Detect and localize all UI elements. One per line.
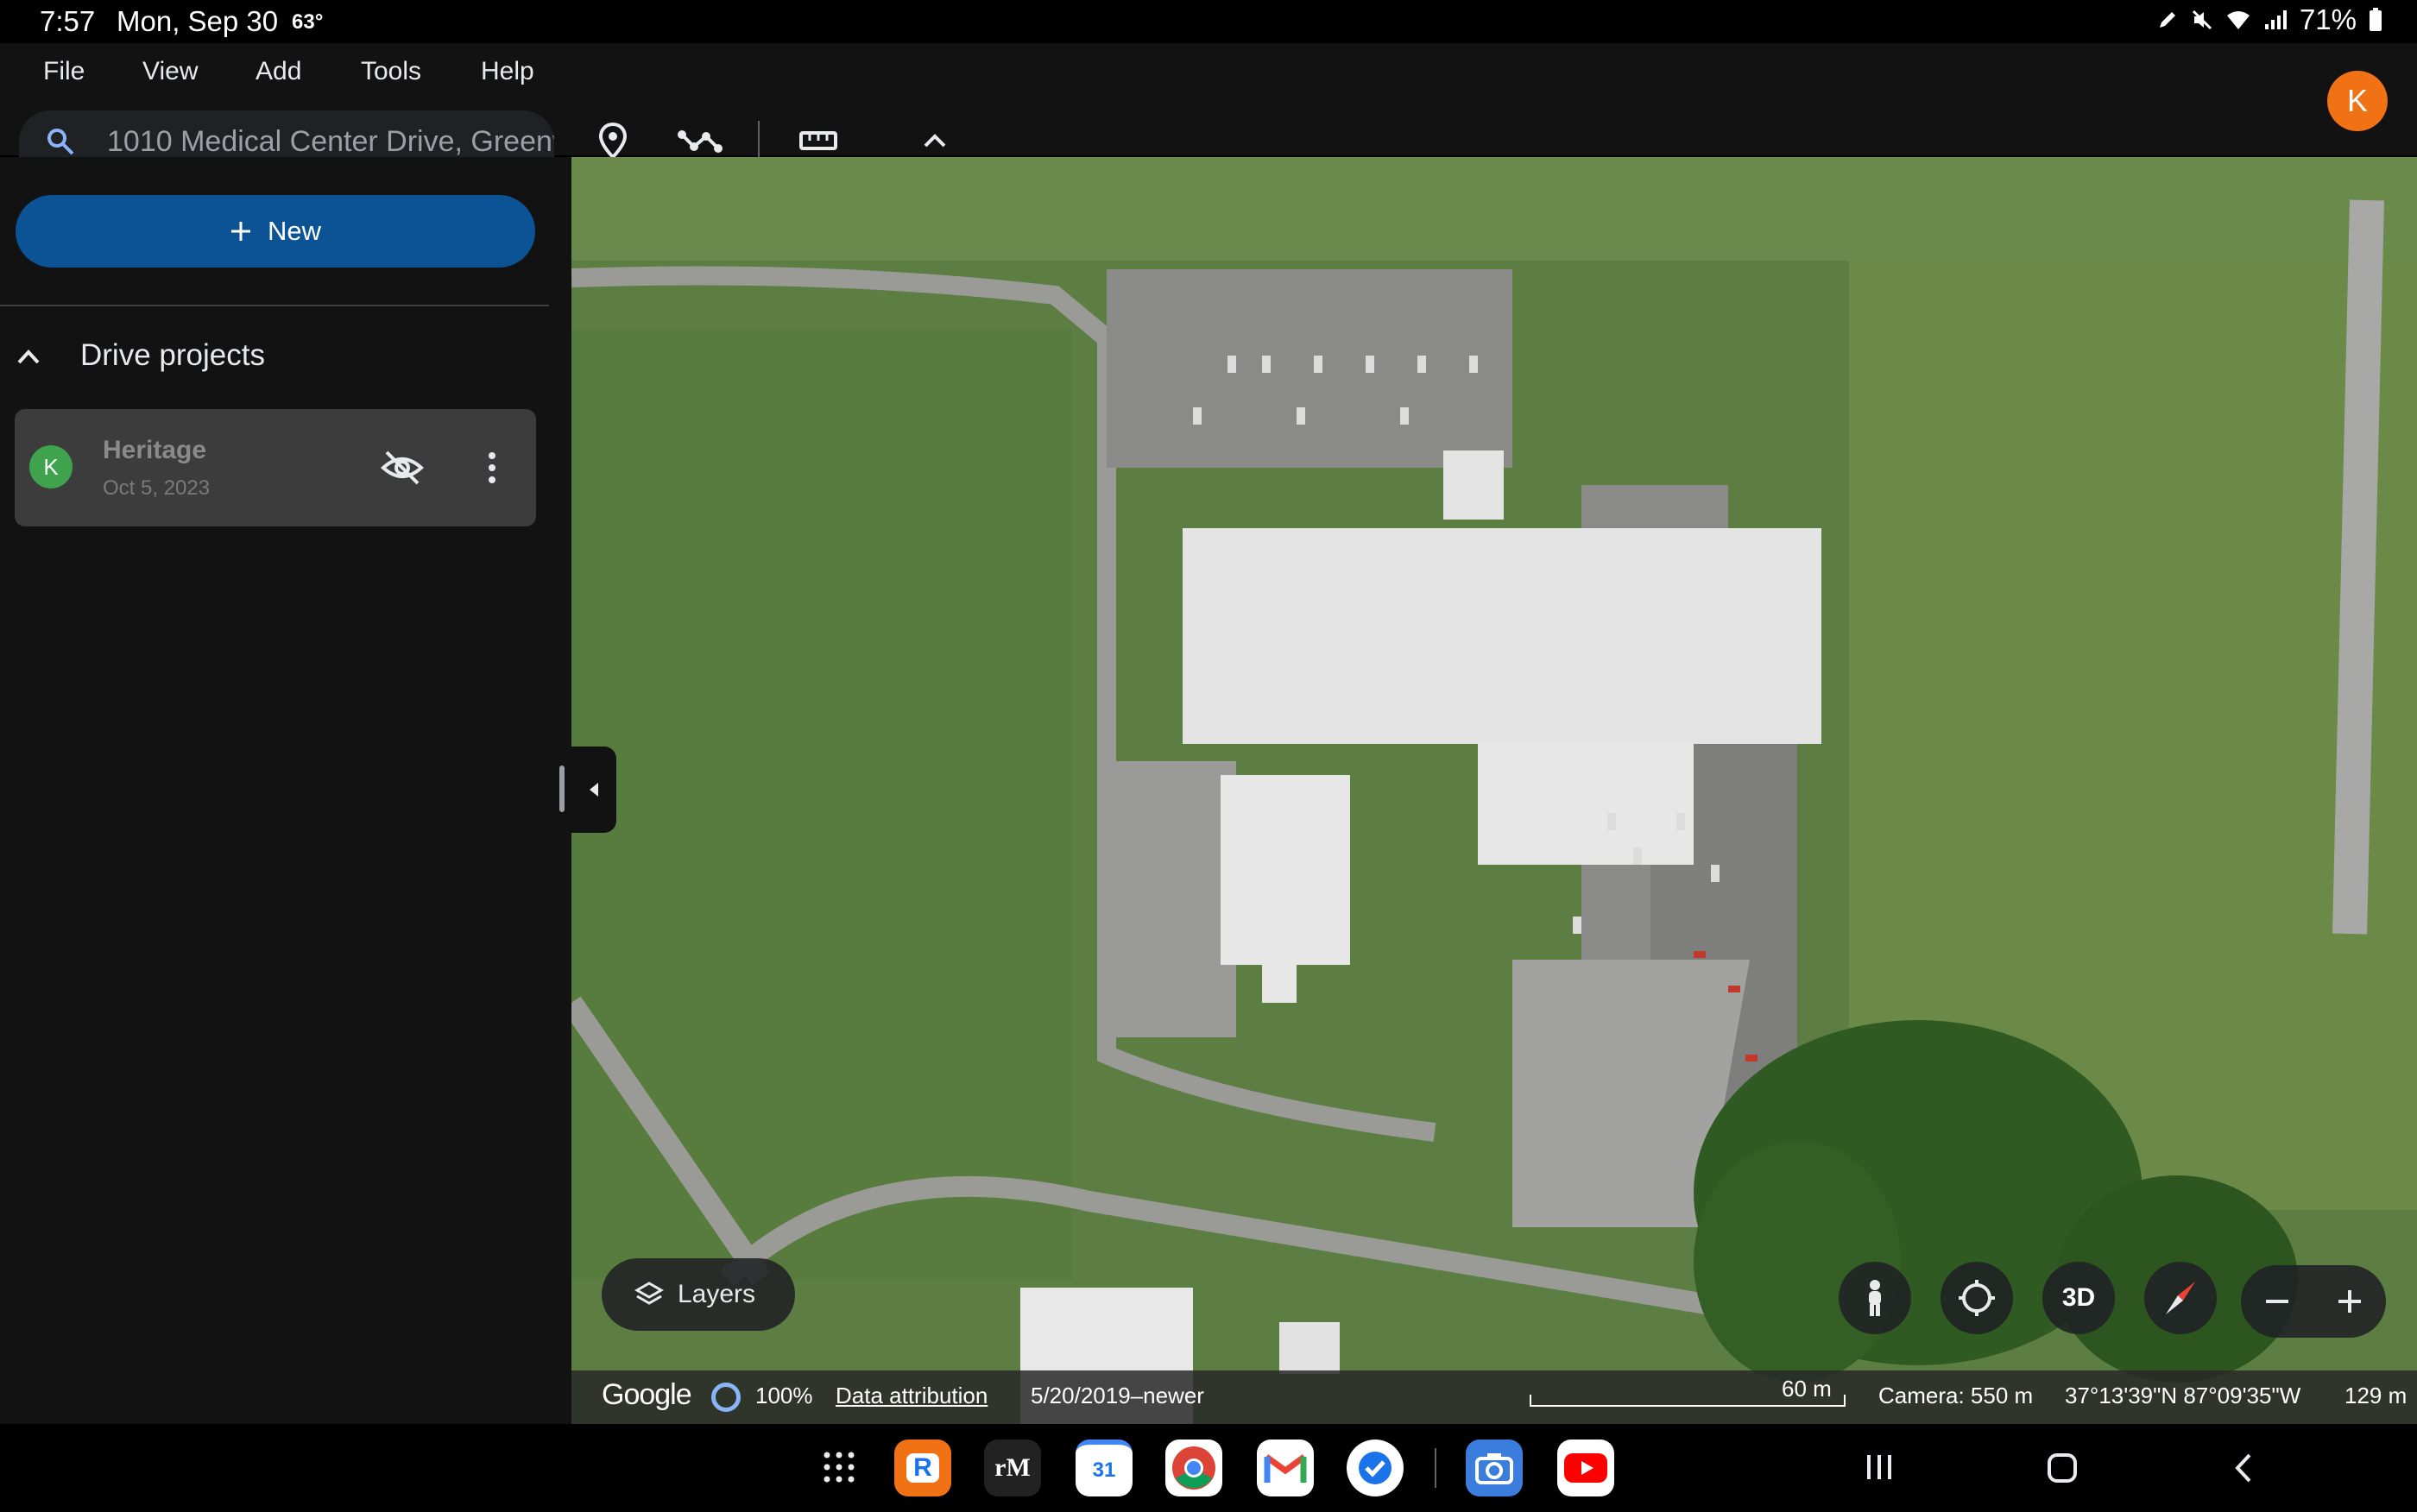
remarkable-app-icon[interactable]: rM [984,1440,1041,1496]
home-button[interactable] [2046,1452,2079,1484]
layers-button[interactable]: Layers [602,1258,795,1331]
placemark-icon [598,123,628,159]
camera-app-icon[interactable] [1466,1440,1523,1496]
project-avatar: K [29,445,73,488]
gmail-app-icon[interactable] [1257,1440,1314,1496]
crosshair-icon [1959,1280,1995,1316]
new-button-label: New [267,216,321,246]
visibility-off-icon[interactable] [380,445,425,490]
chrome-app-icon[interactable] [1165,1440,1222,1496]
collapse-toolbar-button[interactable] [909,119,961,162]
coordinates: 37°13'39"N 87°09'35"W [2065,1383,2301,1408]
project-date: Oct 5, 2023 [103,476,211,500]
menu-view[interactable]: View [142,57,198,86]
battery-icon [2370,8,2382,31]
opacity-icon[interactable] [711,1383,741,1412]
youtube-app-icon[interactable] [1557,1440,1614,1496]
measure-button[interactable] [792,119,844,162]
reference-app-icon[interactable]: R [894,1440,951,1496]
mute-icon [2192,9,2212,30]
layers-label: Layers [678,1280,756,1308]
ruler-icon [799,131,837,150]
zoom-in-button[interactable] [2313,1265,2386,1338]
status-icons: 71% [2156,3,2382,36]
map-info-bar: 100% Data attribution 5/20/2019–newer 60… [571,1370,2417,1424]
add-placemark-button[interactable] [587,119,639,162]
chevron-left-icon [590,783,598,797]
zoom-out-button[interactable] [2241,1265,2313,1338]
elevation: 129 m [2344,1383,2408,1408]
sidebar-divider [0,305,549,306]
toggle-3d-button[interactable]: 3D [2042,1262,2115,1334]
project-card[interactable] [15,409,536,526]
dock-divider [1435,1448,1436,1488]
more-options-icon[interactable] [479,447,505,488]
new-project-button[interactable]: New [16,195,535,268]
app-drawer-icon[interactable] [822,1450,856,1484]
plus-icon [2338,1290,2361,1313]
chevron-up-icon [924,134,946,148]
compass-button[interactable] [2144,1262,2217,1334]
back-icon [2235,1453,2251,1483]
data-attribution-link[interactable]: Data attribution [836,1383,988,1409]
pen-icon [2159,12,2175,28]
imagery-date: 5/20/2019–newer [1031,1383,1204,1408]
minus-icon [2266,1300,2288,1303]
toolbar-divider [758,121,760,161]
project-name: Heritage [103,436,207,464]
recents-button[interactable] [1865,1452,1894,1483]
drag-grip[interactable] [559,765,565,812]
opacity-value: 100% [755,1383,813,1408]
status-bar: 7:57 Mon, Sep 30 63° 71% [0,0,2417,43]
scale-bar [1530,1395,1846,1407]
back-button[interactable] [2232,1452,2255,1484]
account-avatar[interactable]: K [2327,71,2388,131]
wifi-icon [2226,11,2250,29]
plus-icon [230,222,250,241]
my-location-button[interactable] [1941,1262,2013,1334]
menu-add[interactable]: Add [256,57,301,86]
satellite-map[interactable] [571,157,2417,1424]
tasks-app-icon[interactable] [1347,1440,1404,1496]
draw-path-button[interactable] [674,119,726,162]
satellite-imagery [571,157,2417,1424]
home-icon [2048,1453,2077,1483]
calendar-app-icon[interactable]: 31 [1076,1440,1133,1496]
sidebar-collapse-handle[interactable] [552,747,616,833]
recents-icon [1867,1455,1891,1479]
status-time: 7:57 [40,5,96,37]
search-icon [47,129,74,155]
menu-file[interactable]: File [43,57,85,86]
chevron-up-icon[interactable] [14,342,43,371]
layers-icon [634,1282,664,1305]
battery-percent: 71% [2299,3,2357,35]
section-title[interactable]: Drive projects [80,338,265,373]
pegman-button[interactable] [1839,1262,1911,1334]
menu-tools[interactable]: Tools [361,57,421,86]
signal-icon [2264,10,2287,29]
camera-altitude: Camera: 550 m [1878,1383,2034,1408]
compass-icon [2166,1282,2195,1314]
google-logo: Google [602,1378,692,1411]
pegman-icon [1869,1280,1881,1316]
path-icon [678,130,723,153]
status-date: Mon, Sep 30 [117,5,279,37]
status-temperature: 63° [292,10,324,34]
menu-help[interactable]: Help [481,57,534,86]
